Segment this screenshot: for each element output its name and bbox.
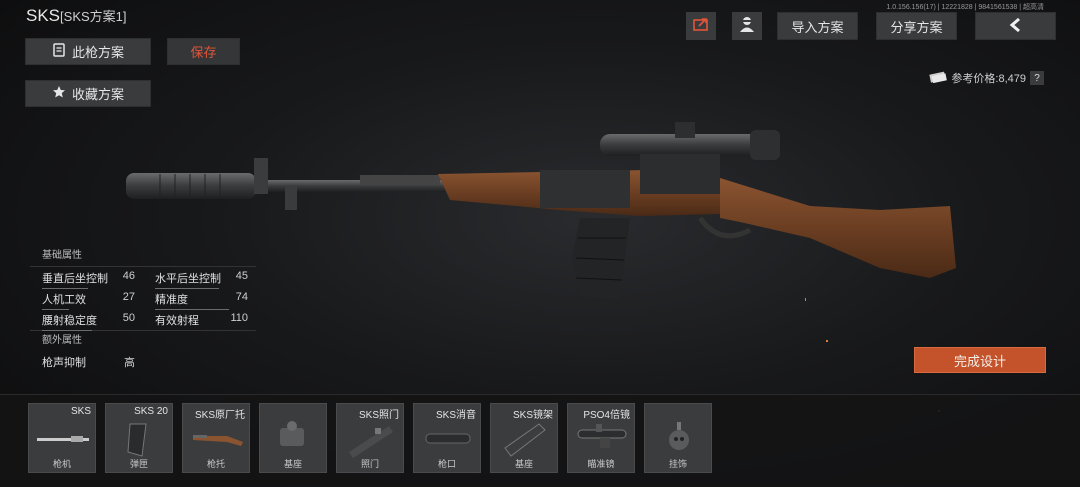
stat-label: 人机工效 [42,293,86,306]
magazine-icon [127,423,147,457]
slot-type: 挂饰 [668,459,687,469]
back-button[interactable] [975,12,1056,40]
scheme-name: [SKS方案1] [60,9,127,24]
slot-muzzle[interactable]: SKS消音 枪口 [413,403,481,473]
extra-attributes-title: 额外属性 [30,330,256,351]
share-scheme-button[interactable]: 分享方案 [876,12,957,40]
slot-part-name: SKS [70,406,91,417]
ember-particle [805,298,806,301]
stat-label: 枪声抑制 [42,356,86,369]
slot-part-name: SKS 20 [134,406,168,417]
favorite-scheme-button[interactable]: 收藏方案 [25,80,151,107]
slot-type: 枪机 [52,459,71,469]
finish-design-button[interactable]: 完成设计 [914,347,1046,373]
rear-sight-icon [349,426,393,458]
horizontal-recoil-stat: 水平后坐控制 45 [143,269,256,289]
stat-value: 50 [122,311,135,324]
vertical-recoil-stat: 垂直后坐控制 46 [30,269,143,289]
slot-type: 基座 [283,459,302,469]
star-icon [52,85,66,102]
effective-range-stat: 有效射程 110 [143,312,256,328]
stat-bar [155,308,229,310]
share-icon [692,16,710,37]
attributes-panel: 基础属性 垂直后坐控制 46 水平后坐控制 45 人机工效 27 精准度 74 腰射稳定… [30,246,256,372]
favorite-scheme-label: 收藏方案 [71,87,124,102]
import-scheme-button[interactable]: 导入方案 [777,12,858,40]
attribute-row: 人机工效 27 精准度 74 [30,288,256,310]
basic-attributes-title: 基础属性 [30,246,256,267]
slot-rear-sight[interactable]: SKS照门 照门 [336,403,404,473]
reference-price: 参考价格:8,479 ? [929,70,1044,86]
scope-mount-icon [504,423,546,457]
stat-value: 27 [122,290,135,303]
stat-bar [155,287,219,289]
gun-scheme-button[interactable]: 此枪方案 [25,38,151,65]
operator-icon [738,15,756,38]
stat-value: 46 [122,269,135,282]
mount-icon [280,421,304,446]
stat-label: 有效射程 [155,314,199,327]
stat-label: 水平后坐控制 [155,272,221,285]
stat-value: 74 [235,290,248,303]
ergonomics-stat: 人机工效 27 [30,290,143,310]
document-icon [52,43,66,60]
slot-type: 照门 [360,459,379,469]
money-icon [929,71,948,86]
save-button[interactable]: 保存 [167,38,240,65]
stat-bar [42,329,92,331]
attribute-row: 垂直后坐控制 46 水平后坐控制 45 [30,267,256,289]
slot-type: 枪口 [437,459,456,469]
weapon-title: SKS[SKS方案1] [26,6,127,26]
gun-scheme-label: 此枪方案 [71,45,124,60]
attribute-row: 腰射稳定度 50 有效射程 110 [30,309,256,331]
slot-mount[interactable]: 基座 [259,403,327,473]
character-button[interactable] [732,12,762,40]
slot-type: 瞄准镜 [587,459,615,469]
stat-bar [42,308,69,310]
ember-particle [826,340,828,342]
slot-type: 枪托 [206,459,225,469]
stat-value: 110 [230,311,248,324]
stat-label: 精准度 [155,293,188,306]
slot-charm[interactable]: 挂饰 [644,403,712,473]
suppressor-icon [425,433,471,444]
stat-label: 垂直后坐控制 [42,272,108,285]
stat-value: 45 [235,269,248,282]
stat-value: 高 [124,356,135,369]
stat-label: 腰射稳定度 [42,314,97,327]
slot-magazine[interactable]: SKS 20 弹匣 [105,403,173,473]
price-label: 参考价格:8,479 [951,73,1026,85]
weapon-name: SKS [26,6,61,25]
chevron-left-icon [1008,17,1024,36]
slot-stock[interactable]: SKS原厂托 枪托 [182,403,250,473]
slot-type: 弹匣 [129,459,148,469]
scope-icon [577,424,627,448]
share-external-button[interactable] [686,12,716,40]
hipfire-stability-stat: 腰射稳定度 50 [30,311,143,331]
slot-scope[interactable]: PSO4倍镜 瞄准镜 [567,403,635,473]
accuracy-stat: 精准度 74 [143,290,256,310]
noise-suppression-stat: 枪声抑制 高 [30,354,143,370]
stat-bar [42,287,88,289]
slot-scope-mount[interactable]: SKS镜架 基座 [490,403,558,473]
price-help-button[interactable]: ? [1030,71,1044,85]
version-text: 1.0.156.156(17) | 12221828 | 9841561538 … [886,4,1044,11]
slot-receiver[interactable]: SKS 枪机 [28,403,96,473]
receiver-icon [37,436,89,442]
attribute-row: 枪声抑制 高 [30,351,256,372]
stock-icon [193,435,243,446]
charm-icon [669,422,689,450]
slot-type: 基座 [514,459,533,469]
